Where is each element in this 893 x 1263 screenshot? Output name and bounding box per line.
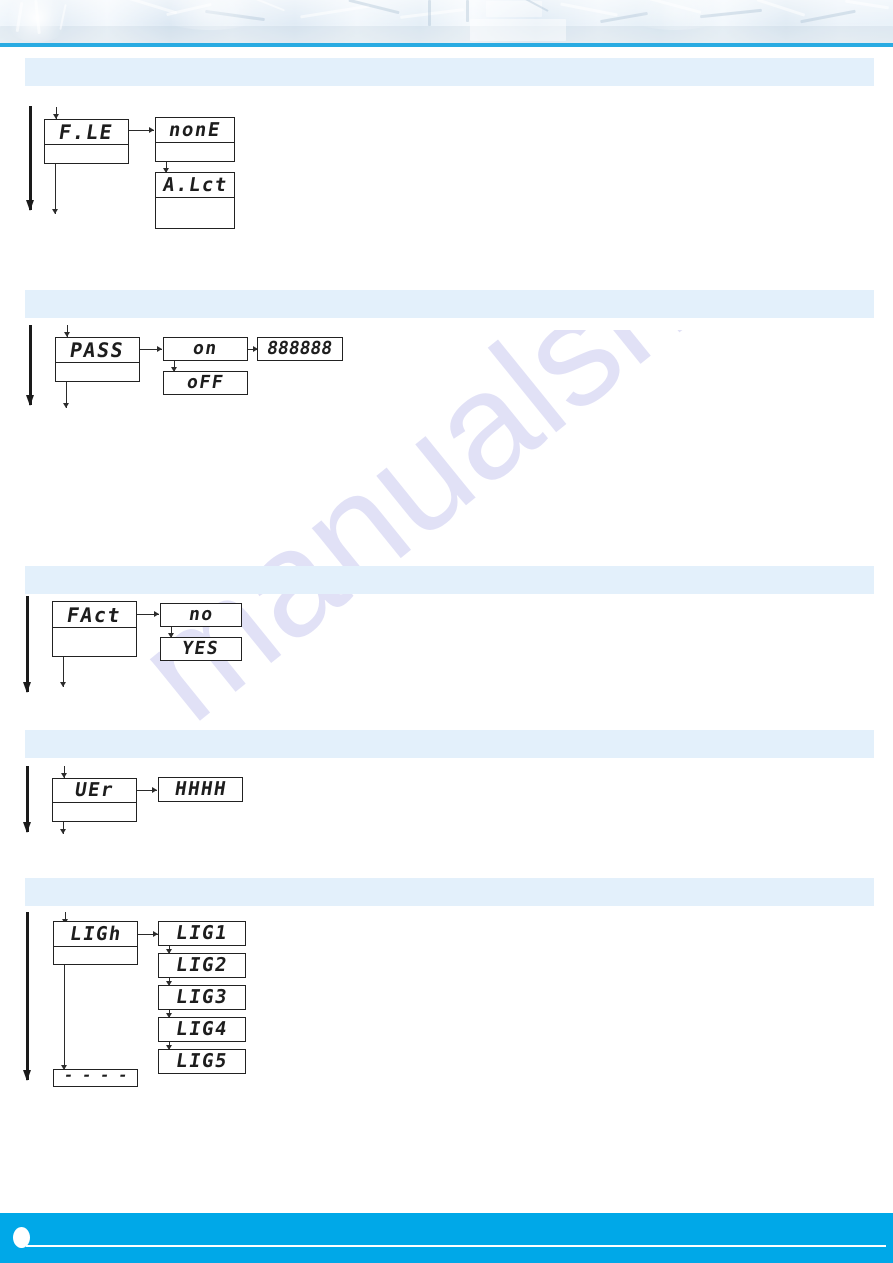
lcd-text: oFF xyxy=(185,372,226,393)
footer-bar xyxy=(0,1213,893,1263)
lcd-text: F.LE xyxy=(57,120,116,144)
lcd-light-option-3[interactable]: LIG3 xyxy=(158,985,246,1010)
section-band-light-menu xyxy=(25,878,874,906)
lcd-text: - - - - xyxy=(62,1065,129,1084)
lcd-value-row xyxy=(156,143,234,161)
lcd-text: A.Lct xyxy=(160,173,230,196)
lcd-file-option-alct[interactable]: A.Lct xyxy=(155,172,235,229)
lcd-light-option-5[interactable]: LIG5 xyxy=(158,1049,246,1074)
lcd-text: nonE xyxy=(167,118,223,141)
exit-line-pass xyxy=(66,382,68,396)
lcd-light-exit[interactable]: - - - - xyxy=(53,1065,138,1087)
lcd-version-value[interactable]: HHHH xyxy=(158,777,243,802)
lcd-factory-root[interactable]: FAct xyxy=(52,601,137,657)
lcd-value-row xyxy=(56,363,139,381)
lcd-text: no xyxy=(187,604,216,625)
lcd-factory-option-no[interactable]: no xyxy=(160,603,242,627)
lcd-value-row xyxy=(53,628,136,656)
header-photo-banner xyxy=(0,0,893,43)
lcd-light-option-2[interactable]: LIG2 xyxy=(158,953,246,978)
lcd-light-option-4[interactable]: LIG4 xyxy=(158,1017,246,1042)
lcd-factory-option-yes[interactable]: YES xyxy=(160,637,242,661)
exit-line-light xyxy=(64,965,66,1062)
lcd-light-root[interactable]: LIGh xyxy=(53,921,138,965)
section-band-version-menu xyxy=(25,730,874,758)
lcd-value-row xyxy=(156,198,234,228)
lcd-value-row xyxy=(54,947,137,964)
exit-line-file xyxy=(55,164,57,202)
lcd-file-root[interactable]: F.LE xyxy=(44,119,129,164)
lcd-file-option-none[interactable]: nonE xyxy=(155,117,235,162)
section-band-factory-menu xyxy=(25,566,874,594)
lcd-text: on xyxy=(191,338,220,359)
lcd-pass-value[interactable]: 888888 xyxy=(257,337,343,361)
lcd-text: HHHH xyxy=(172,778,229,800)
lcd-text: YES xyxy=(180,638,222,659)
lcd-text: FAct xyxy=(65,602,124,627)
lcd-version-root[interactable]: UEr xyxy=(52,778,137,822)
lcd-text: LIGh xyxy=(67,922,124,945)
lcd-text: LIG5 xyxy=(174,1050,230,1072)
lcd-text: LIG3 xyxy=(174,986,230,1008)
section-band-password-menu xyxy=(25,290,874,318)
section-band-file-menu xyxy=(25,58,874,86)
footer-rule xyxy=(26,1245,886,1247)
lcd-text: LIG4 xyxy=(174,1018,230,1040)
lcd-value-row xyxy=(53,803,136,821)
lcd-pass-option-on[interactable]: on xyxy=(163,337,248,361)
lcd-text: LIG1 xyxy=(174,922,230,944)
header-accent-rule xyxy=(0,43,893,47)
exit-line-factory xyxy=(63,657,65,673)
lcd-text: 888888 xyxy=(265,338,335,359)
lcd-value-row xyxy=(45,145,128,163)
lcd-pass-option-off[interactable]: oFF xyxy=(163,371,248,395)
lcd-light-option-1[interactable]: LIG1 xyxy=(158,921,246,946)
lcd-text: LIG2 xyxy=(174,954,230,976)
lcd-text: UEr xyxy=(73,779,116,801)
lcd-text: PASS xyxy=(68,338,127,362)
lcd-pass-root[interactable]: PASS xyxy=(55,337,140,382)
